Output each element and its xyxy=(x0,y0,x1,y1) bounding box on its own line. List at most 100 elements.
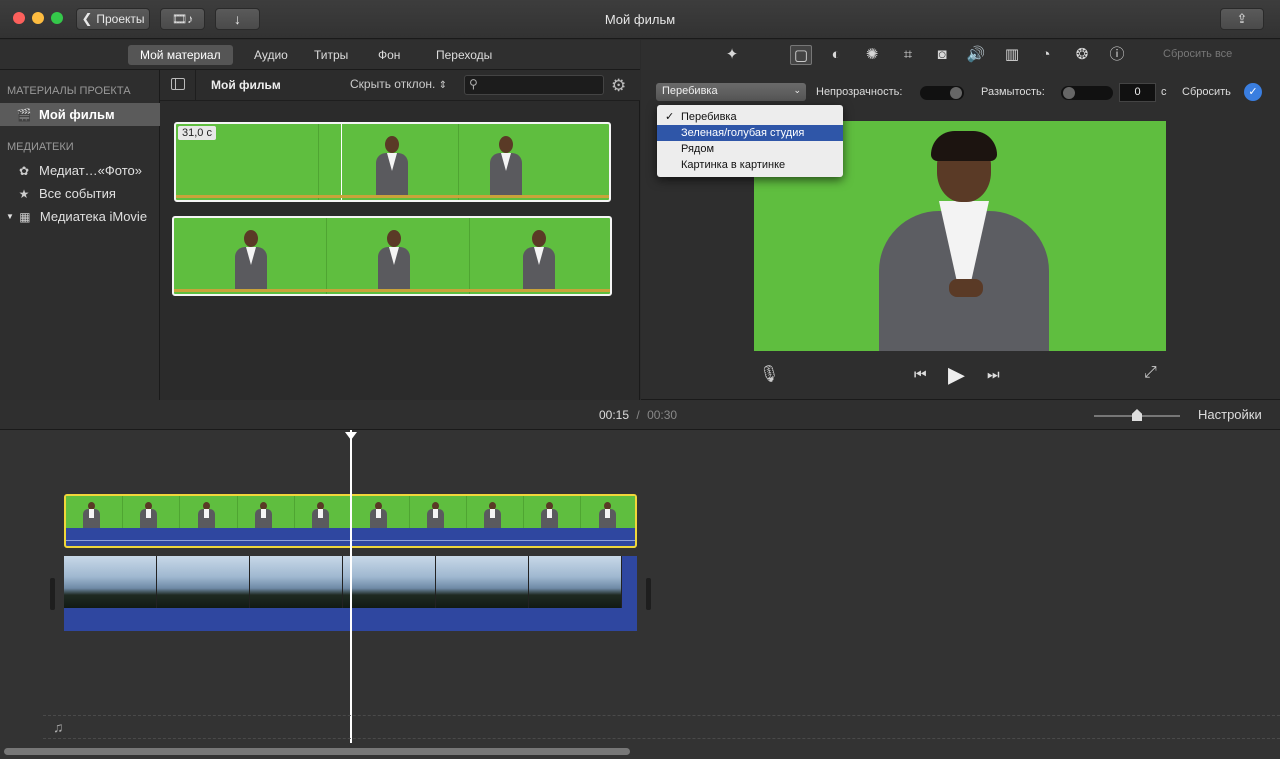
info-icon[interactable]: ⓘ xyxy=(1106,45,1128,65)
slider-knob[interactable] xyxy=(1132,409,1142,421)
browser-settings-button[interactable]: ⚙ xyxy=(611,76,631,96)
presenter-frame xyxy=(353,496,410,528)
browser-title: Мой фильм xyxy=(211,78,281,92)
presenter-figure xyxy=(519,226,559,294)
speed-gauge-icon[interactable]: ◔ xyxy=(1035,45,1057,65)
menu-item-green-blue-screen[interactable]: Зеленая/голубая студия xyxy=(657,125,843,141)
chevron-down-icon: ⌄ xyxy=(793,85,801,95)
zoom-slider[interactable] xyxy=(1094,409,1180,421)
dissolve-label: Размытость: xyxy=(981,86,1045,98)
search-icon: ⚲ xyxy=(469,77,478,91)
clip-thumbnail[interactable] xyxy=(172,216,612,296)
landscape-frame xyxy=(343,556,436,608)
filters-circles-icon[interactable]: ❂ xyxy=(1071,45,1093,65)
play-icon[interactable]: ▶ xyxy=(948,362,965,388)
video-overlay-icon[interactable]: ▢ xyxy=(790,45,812,65)
color-palette-icon[interactable]: ✺ xyxy=(861,45,883,65)
presenter-frame xyxy=(410,496,467,528)
clip-thumbnail[interactable]: 31,0 с xyxy=(174,122,611,202)
sidebar-item-label: Медиатека iMovie xyxy=(39,209,148,224)
menu-item-picture-in-picture[interactable]: Картинка в картинке xyxy=(657,157,843,173)
microphone-icon[interactable]: 🎙 xyxy=(759,364,779,384)
sidebar-item-all-events[interactable]: ★ Все события xyxy=(0,182,160,205)
current-time: 00:15 xyxy=(599,408,630,422)
tab-my-media[interactable]: Мой материал xyxy=(128,45,233,65)
trim-handle-left[interactable] xyxy=(50,578,55,610)
dissolve-slider[interactable] xyxy=(1061,86,1113,100)
search-field[interactable]: ⚲ xyxy=(464,75,604,95)
browser-tabs: Мой материал Аудио Титры Фон Переходы xyxy=(0,40,640,70)
presenter-frame xyxy=(524,496,582,528)
sidebar-icon xyxy=(175,79,176,89)
filter-select[interactable]: Скрыть отклон. ⇕ xyxy=(350,77,447,91)
stabilization-camera-icon[interactable]: ◙ xyxy=(931,45,953,65)
adjustment-toolbar: ✦ ▢ ◐ ✺ ⌗ ◙ 🔊 ▥ ◔ ❂ ⓘ Сбросить все xyxy=(641,40,1280,70)
music-track[interactable]: ♫ xyxy=(43,715,1280,739)
slider-knob[interactable] xyxy=(950,87,962,99)
horizontal-scrollbar[interactable] xyxy=(4,748,630,755)
skip-back-icon[interactable]: ⏮ xyxy=(914,366,927,383)
sidebar-item-imovie-library[interactable]: ▼ ▦ Медиатека iMovie xyxy=(0,205,160,228)
disclosure-triangle-icon[interactable]: ▼ xyxy=(6,212,14,221)
tab-transitions[interactable]: Переходы xyxy=(424,45,504,65)
sidebar-item-my-movie[interactable]: 🎬 Мой фильм xyxy=(0,103,160,126)
star-box-icon: ★ xyxy=(18,186,30,201)
menu-item-label: Картинка в картинке xyxy=(681,159,786,171)
dissolve-value-field[interactable]: 0 xyxy=(1119,83,1156,102)
overlay-type-menu: ✓ Перебивка Зеленая/голубая студия Рядом… xyxy=(657,105,843,177)
presenter-frame xyxy=(295,496,353,528)
menu-item-cutaway[interactable]: ✓ Перебивка xyxy=(657,109,843,125)
playhead[interactable] xyxy=(345,430,357,743)
playhead-skim-line xyxy=(341,124,342,200)
timeline-settings-button[interactable]: Настройки xyxy=(1198,407,1262,422)
slider-knob[interactable] xyxy=(1063,87,1075,99)
landscape-frame xyxy=(157,556,250,608)
crop-icon[interactable]: ⌗ xyxy=(897,45,919,65)
total-time: 00:30 xyxy=(647,408,678,422)
landscape-frame xyxy=(64,556,157,608)
opacity-slider[interactable] xyxy=(920,86,964,100)
reset-all-button[interactable]: Сбросить все xyxy=(1163,48,1232,60)
presenter-figure xyxy=(374,226,414,294)
sidebar-item-label: Медиат…«Фото» xyxy=(39,163,142,178)
presenter-frame xyxy=(582,496,635,528)
tab-backgrounds[interactable]: Фон xyxy=(366,45,412,65)
toggle-sidebar-button[interactable] xyxy=(171,78,185,90)
search-input[interactable] xyxy=(483,78,601,92)
overlay-type-dropdown[interactable]: Перебивка ⌄ xyxy=(656,83,806,101)
skip-forward-icon[interactable]: ⏭ xyxy=(987,366,1000,383)
landscape-frame xyxy=(250,556,343,608)
clapper-icon: 🎬 xyxy=(16,107,32,122)
fullscreen-icon[interactable]: ⤢ xyxy=(1144,364,1157,382)
tab-titles[interactable]: Титры xyxy=(302,45,360,65)
share-button[interactable]: ⇪ xyxy=(1220,8,1264,30)
time-separator: / xyxy=(636,408,640,422)
section-project-media: МАТЕРИАЛЫ ПРОЕКТА xyxy=(7,85,131,97)
music-note-icon: ♫ xyxy=(53,719,64,735)
audio-strip xyxy=(174,289,610,292)
duration-badge: 31,0 с xyxy=(178,126,216,140)
presenter-figure xyxy=(372,132,412,200)
apply-checkmark-button[interactable]: ✓ xyxy=(1244,83,1262,101)
up-down-arrows-icon: ⇕ xyxy=(438,80,448,91)
menu-item-label: Перебивка xyxy=(681,111,737,123)
libraries-sidebar: МАТЕРИАЛЫ ПРОЕКТА 🎬 Мой фильм МЕДИАТЕКИ … xyxy=(0,70,160,400)
landscape-frame xyxy=(436,556,529,608)
sidebar-item-photos-library[interactable]: ✿ Медиат…«Фото» xyxy=(0,159,160,182)
magic-wand-icon[interactable]: ✦ xyxy=(721,45,743,65)
trim-handle-right[interactable] xyxy=(646,578,651,610)
dissolve-value: 0 xyxy=(1134,86,1141,98)
timecode: 00:15 / 00:30 xyxy=(599,408,677,422)
menu-item-side-by-side[interactable]: Рядом xyxy=(657,141,843,157)
presenter-frame xyxy=(238,496,295,528)
dissolve-unit: с xyxy=(1161,86,1167,98)
clip-frame-divider xyxy=(458,124,459,200)
reset-button[interactable]: Сбросить xyxy=(1182,86,1231,98)
section-libraries: МЕДИАТЕКИ xyxy=(7,141,74,153)
equalizer-icon[interactable]: ▥ xyxy=(1001,45,1023,65)
title-bar: ❮ Проекты 🎞♪ ↓ Мой фильм ⇪ xyxy=(0,0,1280,39)
presenter-figure xyxy=(231,226,271,294)
volume-icon[interactable]: 🔊 xyxy=(965,45,987,65)
color-balance-icon[interactable]: ◐ xyxy=(825,45,847,65)
tab-audio[interactable]: Аудио xyxy=(242,45,300,65)
